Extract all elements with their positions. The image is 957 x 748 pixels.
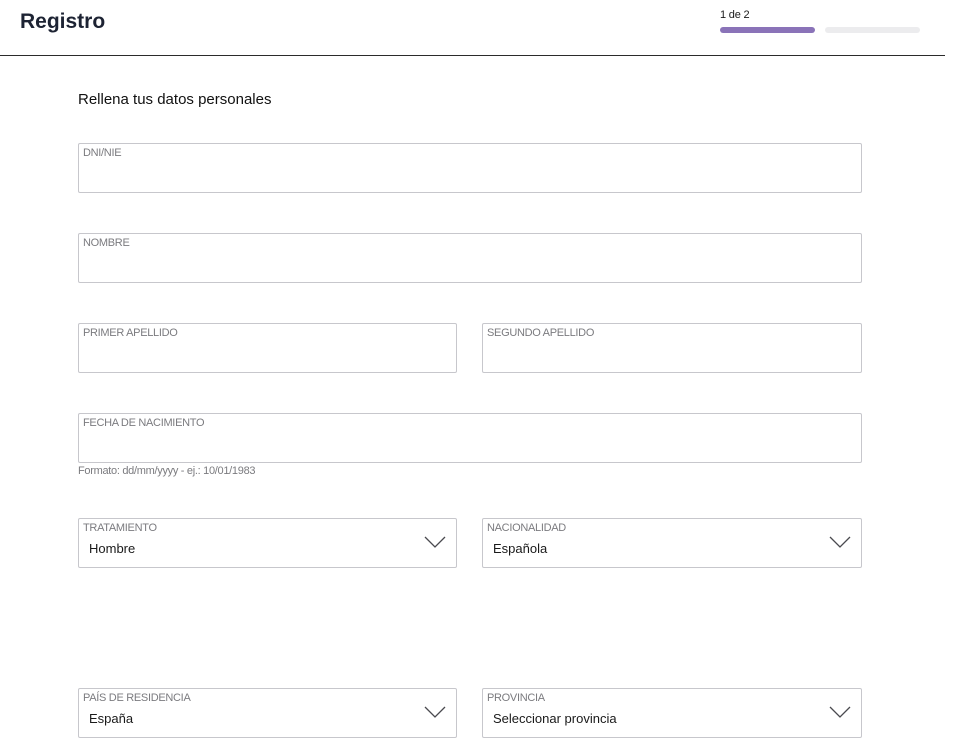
provincia-label: PROVINCIA: [487, 692, 545, 704]
pais-residencia-select[interactable]: PAÍS DE RESIDENCIA España: [78, 688, 457, 738]
nacionalidad-label: NACIONALIDAD: [487, 522, 566, 534]
header: Registro 1 de 2: [0, 0, 945, 56]
section-title: Rellena tus datos personales: [78, 91, 272, 108]
chevron-down-icon[interactable]: [424, 535, 446, 549]
primer-apellido-field[interactable]: PRIMER APELLIDO: [78, 323, 457, 373]
dni-label: DNI/NIE: [83, 147, 122, 159]
fecha-format-hint: Formato: dd/mm/yyyy - ej.: 10/01/1983: [78, 465, 256, 477]
segundo-apellido-field[interactable]: SEGUNDO APELLIDO: [482, 323, 862, 373]
nacionalidad-select[interactable]: NACIONALIDAD Española: [482, 518, 862, 568]
nombre-field[interactable]: NOMBRE: [78, 233, 862, 283]
chevron-down-icon[interactable]: [424, 705, 446, 719]
fecha-nacimiento-label: FECHA DE NACIMIENTO: [83, 417, 205, 429]
fecha-nacimiento-field[interactable]: FECHA DE NACIMIENTO: [78, 413, 862, 463]
nombre-label: NOMBRE: [83, 237, 130, 249]
dni-field[interactable]: DNI/NIE: [78, 143, 862, 193]
nacionalidad-value: Española: [493, 541, 548, 556]
pais-residencia-value: España: [89, 711, 134, 726]
step-bar-1-active: [720, 27, 815, 33]
step-indicator-label: 1 de 2: [720, 9, 750, 21]
tratamiento-label: TRATAMIENTO: [83, 522, 157, 534]
segundo-apellido-label: SEGUNDO APELLIDO: [487, 327, 595, 339]
provincia-select[interactable]: PROVINCIA Seleccionar provincia: [482, 688, 862, 738]
page-title: Registro: [20, 10, 106, 33]
primer-apellido-label: PRIMER APELLIDO: [83, 327, 178, 339]
provincia-value: Seleccionar provincia: [493, 711, 617, 726]
tratamiento-value: Hombre: [89, 541, 136, 556]
pais-residencia-label: PAÍS DE RESIDENCIA: [83, 692, 191, 704]
chevron-down-icon[interactable]: [829, 535, 851, 549]
tratamiento-select[interactable]: TRATAMIENTO Hombre: [78, 518, 457, 568]
registration-page: Registro 1 de 2 Rellena tus datos person…: [0, 0, 957, 748]
chevron-down-icon[interactable]: [829, 705, 851, 719]
step-bar-2-inactive: [825, 27, 920, 33]
